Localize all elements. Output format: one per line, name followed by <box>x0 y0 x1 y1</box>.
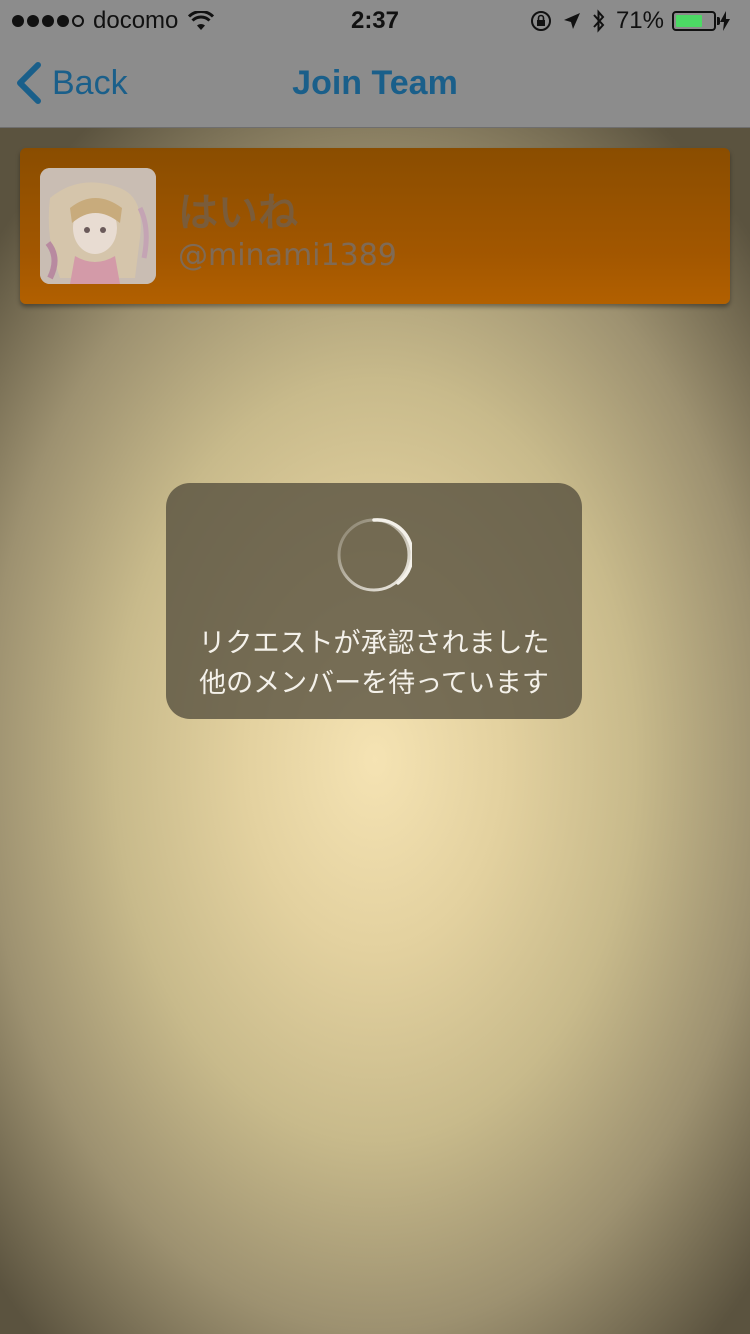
charging-bolt-icon <box>720 11 730 31</box>
rotation-lock-icon <box>530 11 551 31</box>
status-right: 71% <box>530 7 740 35</box>
join-team-screen: docomo 2:37 71% Back Join Team はいね @mina… <box>0 0 750 1334</box>
avatar <box>40 168 156 284</box>
battery-fill <box>676 15 702 27</box>
user-handle: @minami1389 <box>178 238 397 273</box>
battery-icon <box>672 11 720 31</box>
navigation-bar: Back Join Team <box>0 40 750 128</box>
bluetooth-icon <box>593 9 605 33</box>
location-arrow-icon <box>563 13 580 29</box>
status-bar: docomo 2:37 71% <box>0 0 750 40</box>
loading-spinner-icon <box>337 518 412 592</box>
progress-hud: リクエストが承認されました 他のメンバーを待っています <box>166 483 582 719</box>
user-card[interactable]: はいね @minami1389 <box>20 148 730 304</box>
avatar-illustration <box>40 168 156 284</box>
hud-message-line1: リクエストが承認されました <box>198 628 550 659</box>
battery-percent: 71% <box>615 7 664 34</box>
page-title: Join Team <box>292 64 458 102</box>
user-name: はいね <box>178 190 298 236</box>
hud-message-line2: 他のメンバーを待っています <box>199 668 549 699</box>
